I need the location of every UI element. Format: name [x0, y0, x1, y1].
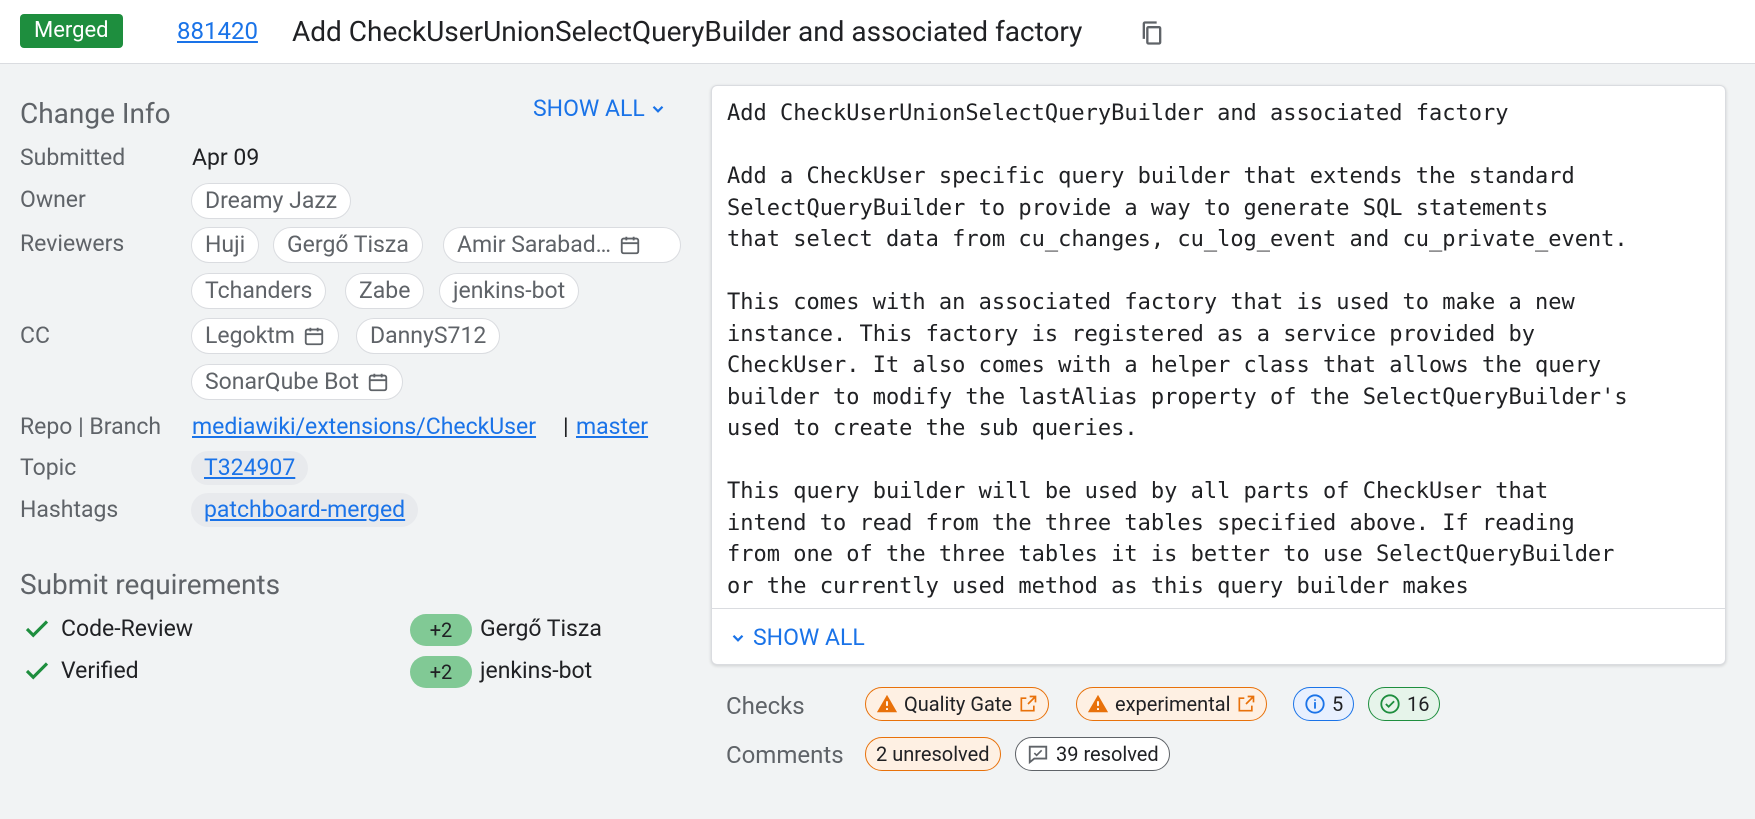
- warning-icon: [1087, 694, 1109, 713]
- success-count: 16: [1407, 692, 1430, 716]
- commit-message-footer: SHOW ALL: [712, 608, 1725, 664]
- commit-message-text: Add CheckUserUnionSelectQueryBuilder and…: [727, 101, 1628, 598]
- resolved-comments-chip[interactable]: 39 resolved: [1015, 737, 1170, 771]
- reviewer-chip[interactable]: Amir Sarabad…: [443, 227, 681, 263]
- external-link-icon: [1020, 695, 1037, 712]
- warning-icon: [876, 694, 898, 713]
- calendar-icon: [368, 373, 388, 392]
- change-info-show-all[interactable]: SHOW ALL: [533, 94, 667, 124]
- reviewer-name: Amir Sarabad…: [457, 231, 612, 258]
- show-all-label: SHOW ALL: [533, 95, 645, 122]
- change-header: Merged 881420 Add CheckUserUnionSelectQu…: [0, 0, 1755, 64]
- check-icon: [25, 620, 49, 638]
- chevron-down-icon: [732, 634, 744, 642]
- reviewer-chip[interactable]: Tchanders: [191, 273, 327, 309]
- calendar-icon: [620, 236, 640, 255]
- chevron-down-icon: [652, 105, 664, 113]
- repo-link[interactable]: mediawiki/extensions/CheckUser: [192, 412, 536, 442]
- topic-label: Topic: [20, 454, 77, 481]
- unresolved-label: 2 unresolved: [876, 742, 990, 766]
- cc-chip[interactable]: DannyS712: [356, 318, 501, 354]
- unresolved-comments-chip[interactable]: 2 unresolved: [865, 737, 1001, 771]
- status-badge: Merged: [20, 14, 123, 48]
- topic-chip[interactable]: T324907: [191, 451, 309, 485]
- reviewer-name: Gergő Tisza: [287, 231, 409, 258]
- owner-name: Dreamy Jazz: [205, 187, 338, 214]
- show-all-label: SHOW ALL: [753, 624, 865, 651]
- vote-chip: +2: [410, 614, 472, 646]
- repo-branch-label: Repo | Branch: [20, 413, 162, 440]
- resolved-label: 39 resolved: [1056, 742, 1159, 766]
- experimental-chip[interactable]: experimental: [1076, 687, 1268, 721]
- owner-chip[interactable]: Dreamy Jazz: [191, 183, 352, 219]
- cc-name: DannyS712: [370, 322, 487, 349]
- comments-label: Comments: [726, 741, 844, 769]
- success-checks-chip[interactable]: 16: [1368, 687, 1441, 721]
- cc-name: SonarQube Bot: [205, 368, 360, 395]
- commit-message-card: Add CheckUserUnionSelectQueryBuilder and…: [711, 85, 1726, 665]
- cc-name: Legoktm: [205, 322, 295, 349]
- owner-label: Owner: [20, 186, 86, 213]
- copy-icon[interactable]: [1138, 18, 1166, 48]
- voter-name[interactable]: Gergő Tisza: [480, 614, 602, 644]
- reviewer-name: Huji: [205, 231, 246, 258]
- info-icon: [1305, 694, 1325, 714]
- calendar-icon: [304, 327, 324, 346]
- hashtags-label: Hashtags: [20, 496, 119, 523]
- check-icon: [25, 662, 49, 680]
- cc-chip[interactable]: Legoktm: [191, 318, 339, 354]
- experimental-label: experimental: [1115, 692, 1231, 716]
- reviewer-chip[interactable]: jenkins-bot: [439, 273, 580, 309]
- commit-show-all-button[interactable]: SHOW ALL: [729, 623, 865, 653]
- change-title: Add CheckUserUnionSelectQueryBuilder and…: [292, 15, 1083, 48]
- vote-chip: +2: [410, 656, 472, 688]
- reviewer-chip[interactable]: Gergő Tisza: [273, 227, 423, 263]
- change-number-link[interactable]: 881420: [177, 15, 258, 47]
- repo-branch-separator: |: [563, 413, 569, 440]
- cc-label: CC: [20, 322, 50, 349]
- reviewer-chip[interactable]: Zabe: [345, 273, 425, 309]
- quality-gate-label: Quality Gate: [904, 692, 1013, 716]
- change-info-title: Change Info: [20, 97, 171, 130]
- branch-link[interactable]: master: [576, 412, 648, 442]
- reviewer-name: Zabe: [359, 277, 411, 304]
- checks-label: Checks: [726, 692, 805, 720]
- hashtag-link[interactable]: patchboard-merged: [204, 496, 405, 523]
- comment-icon: [1028, 745, 1048, 765]
- info-count: 5: [1332, 692, 1344, 716]
- info-checks-chip[interactable]: 5: [1293, 687, 1355, 721]
- cc-chip[interactable]: SonarQube Bot: [191, 364, 404, 400]
- requirement-name[interactable]: Code-Review: [61, 614, 193, 644]
- requirement-name[interactable]: Verified: [61, 656, 139, 686]
- hashtag-chip[interactable]: patchboard-merged: [191, 493, 419, 527]
- external-link-icon: [1238, 695, 1255, 712]
- reviewer-name: Tchanders: [205, 277, 313, 304]
- reviewers-label: Reviewers: [20, 230, 125, 257]
- submitted-value: Apr 09: [192, 144, 260, 171]
- check-circle-icon: [1380, 694, 1400, 714]
- quality-gate-chip[interactable]: Quality Gate: [865, 687, 1050, 721]
- reviewer-chip[interactable]: Huji: [191, 227, 260, 263]
- submit-requirements-title: Submit requirements: [20, 568, 281, 601]
- submitted-label: Submitted: [20, 144, 126, 171]
- reviewer-name: jenkins-bot: [453, 277, 566, 304]
- topic-link[interactable]: T324907: [204, 454, 295, 481]
- voter-name[interactable]: jenkins-bot: [480, 656, 592, 686]
